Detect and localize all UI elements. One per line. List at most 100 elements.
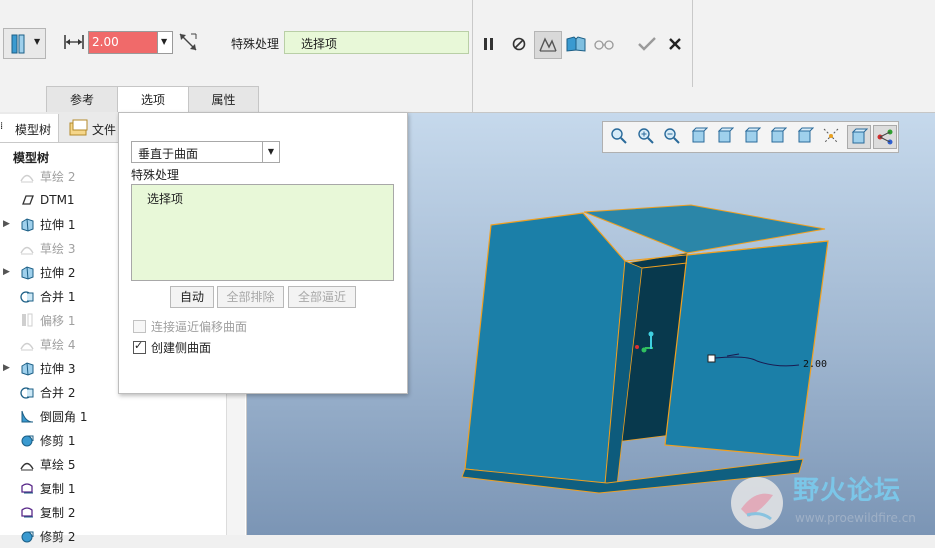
tree-item-label: 复制 1 (40, 481, 76, 496)
sketch-icon (20, 174, 34, 183)
glasses-icon (594, 40, 614, 50)
folder-icon (69, 119, 88, 136)
button-label: 自动 (179, 290, 204, 304)
extrude-icon (21, 266, 34, 280)
preview-geometry-icon (539, 37, 557, 52)
tree-item-label: 修剪 2 (40, 529, 76, 544)
merge-icon (20, 291, 34, 303)
datum-plane-icon (22, 195, 34, 205)
offset-icon (22, 313, 33, 327)
options-panel: 垂直于曲面 ▼ 特殊处理 选择项 自动 全部排除 全部逼近 连接逼近偏移曲面 ✓… (118, 112, 408, 394)
no-preview-button[interactable] (508, 33, 530, 55)
tab-label: 参考 (69, 93, 94, 107)
tab-options[interactable]: 选项 (117, 86, 189, 114)
expand-arrow-icon[interactable]: ▶ (3, 363, 15, 373)
sketch-icon (20, 462, 34, 471)
tree-item-label: 拉伸 2 (40, 265, 76, 280)
extrude-icon (21, 362, 34, 376)
tree-item-label: 草绘 4 (40, 337, 76, 352)
collector-item: 选择项 (147, 192, 184, 206)
tree-item[interactable]: 修剪 1 (0, 428, 226, 452)
verify-mode-icon (566, 36, 586, 52)
expand-arrow-icon[interactable]: ▶ (3, 267, 15, 277)
checkmark-icon: ✓ (134, 339, 144, 352)
flip-direction-button[interactable] (177, 31, 199, 53)
tree-item-label: 倒圆角 1 (40, 409, 88, 424)
method-select[interactable]: 垂直于曲面 ▼ (131, 141, 280, 163)
special-handling-collector[interactable]: 选择项 (284, 31, 469, 54)
exclude-all-button[interactable]: 全部排除 (217, 286, 284, 308)
tab-label: 属性 (211, 93, 236, 107)
tree-item-label: DTM1 (40, 193, 75, 207)
tree-item-label: 草绘 2 (40, 169, 76, 184)
copy-icon (21, 507, 33, 518)
tab-label: 模型树 (15, 123, 52, 137)
watermark-url: www.proewildfire.cn (795, 511, 916, 525)
special-handling-label: 特殊处理 (131, 168, 180, 182)
tree-item[interactable]: 修剪 2 (0, 524, 226, 548)
thickness-value: 2.00 (92, 35, 119, 49)
connect-approx-label: 连接逼近偏移曲面 (151, 320, 248, 334)
thicken-type-icon (11, 34, 25, 54)
tree-item-label: 草绘 5 (40, 457, 76, 472)
sketch-icon (20, 342, 34, 351)
cancel-button[interactable] (664, 33, 686, 55)
tab-file-browser[interactable]: 文件 (61, 114, 117, 142)
dimension-label[interactable]: 2.00 (803, 359, 827, 370)
tree-item[interactable]: 倒圆角 1 (0, 404, 226, 428)
auto-button[interactable]: 自动 (170, 286, 214, 308)
tree-icon: ⁞ (0, 121, 4, 132)
pause-button[interactable] (478, 33, 500, 55)
thickness-input[interactable]: 2.00 (88, 31, 158, 54)
thickness-dropdown-button[interactable]: ▼ (157, 31, 173, 54)
chevron-down-icon: ▼ (34, 37, 41, 46)
feature-type-dropdown[interactable]: ▼ (3, 28, 46, 59)
tree-item-label: 偏移 1 (40, 313, 76, 328)
tab-model-tree[interactable]: ⁞ 模型树 (0, 114, 59, 142)
divider (692, 0, 693, 87)
no-preview-icon (512, 37, 526, 51)
tree-item[interactable]: 复制 1 (0, 476, 226, 500)
chevron-down-icon: ▼ (262, 142, 279, 162)
flip-arrows-icon (179, 33, 197, 51)
glasses-button[interactable] (593, 33, 615, 55)
special-handling-label: 特殊处理 (231, 37, 280, 51)
chevron-down-icon: ▼ (161, 37, 168, 46)
thickness-icon (64, 35, 84, 49)
trim-icon (21, 531, 34, 543)
tree-item[interactable]: 复制 2 (0, 500, 226, 524)
verify-mode-button[interactable] (565, 33, 587, 55)
preview-geometry-button[interactable] (534, 31, 562, 59)
tree-item-label: 拉伸 1 (40, 217, 76, 232)
copy-icon (21, 483, 33, 494)
checkmark-icon (638, 37, 656, 51)
tab-label: 文件 (92, 123, 117, 137)
tree-item-label: 草绘 3 (40, 241, 76, 256)
tab-references[interactable]: 参考 (46, 86, 118, 114)
tree-item-label: 复制 2 (40, 505, 76, 520)
create-side-surface-checkbox[interactable]: ✓ (133, 339, 146, 354)
expand-arrow-icon[interactable]: ▶ (3, 219, 15, 229)
extrude-icon (21, 218, 34, 232)
dashboard: ▼ 2.00 ▼ 特殊处理 选择项 (0, 0, 935, 112)
tab-label: 选项 (140, 93, 165, 107)
special-handling-list[interactable]: 选择项 (131, 184, 394, 281)
divider (472, 87, 473, 112)
connect-approx-checkbox[interactable] (133, 320, 146, 333)
tab-properties[interactable]: 属性 (188, 86, 259, 114)
merge-icon (20, 387, 34, 399)
tree-item-label: 合并 1 (40, 289, 76, 304)
watermark-title: 野火论坛 (793, 476, 902, 506)
tree-item[interactable]: 草绘 5 (0, 452, 226, 476)
pause-icon (484, 38, 493, 50)
forum-logo-icon (731, 477, 783, 529)
approximate-all-button[interactable]: 全部逼近 (288, 286, 356, 308)
watermark: 野火论坛 www.proewildfire.cn (727, 465, 935, 535)
tree-item-label: 合并 2 (40, 385, 76, 400)
create-side-surface-label: 创建侧曲面 (151, 341, 212, 355)
confirm-button[interactable] (636, 33, 658, 55)
collector-text: 选择项 (301, 37, 338, 51)
tree-item-label: 拉伸 3 (40, 361, 76, 376)
close-icon (669, 38, 681, 50)
button-label: 全部排除 (226, 290, 275, 304)
